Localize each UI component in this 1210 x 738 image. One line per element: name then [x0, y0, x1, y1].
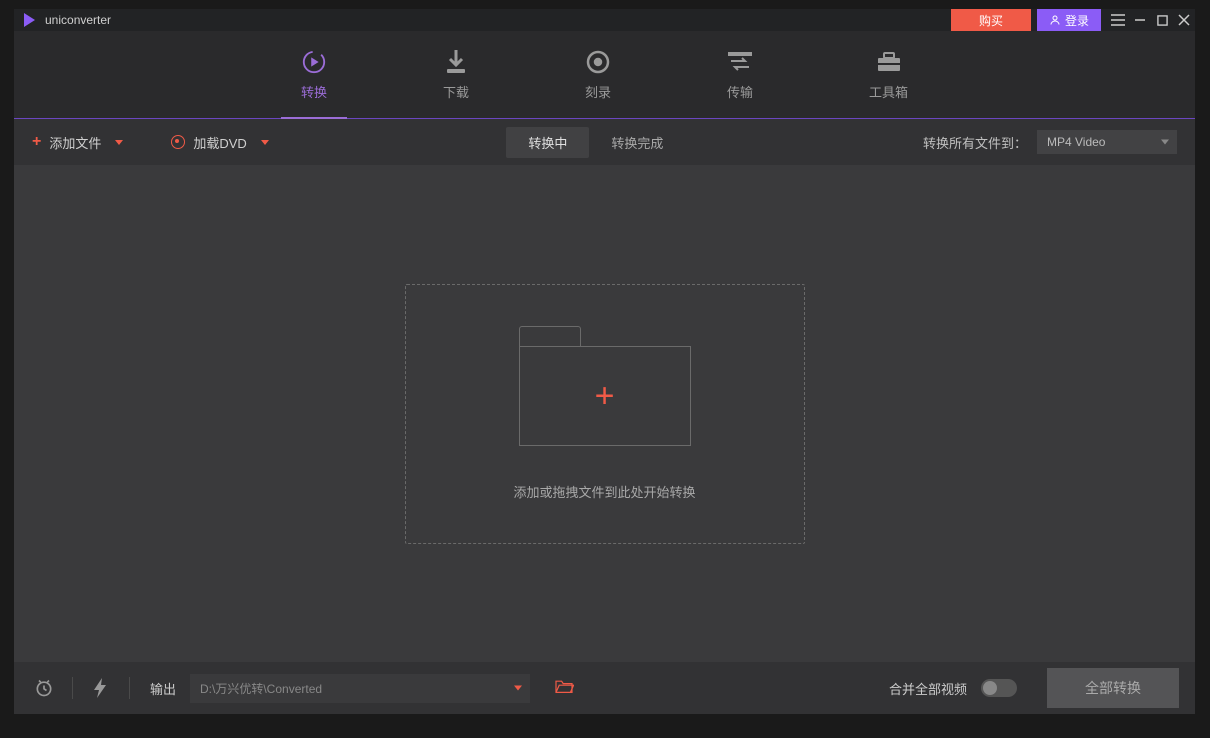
user-icon — [1049, 14, 1061, 26]
add-file-button[interactable]: + 添加文件 — [32, 133, 123, 152]
tab-toolbox[interactable]: 工具箱 — [849, 40, 928, 109]
folder-icon: + — [519, 326, 691, 446]
add-file-label: 添加文件 — [49, 133, 101, 152]
schedule-button[interactable] — [30, 678, 58, 698]
tab-label: 传输 — [727, 82, 753, 101]
format-value: MP4 Video — [1047, 135, 1105, 149]
chevron-down-icon — [261, 140, 269, 145]
tab-burn[interactable]: 刻录 — [565, 40, 631, 109]
load-dvd-label: 加载DVD — [193, 133, 246, 152]
main-nav: 转换 下载 刻录 传输 工具箱 — [14, 31, 1195, 119]
merge-toggle[interactable] — [981, 679, 1017, 697]
bottombar: 输出 D:\万兴优转\Converted 合并全部视频 全部转换 — [14, 662, 1195, 714]
tab-label: 工具箱 — [869, 82, 908, 101]
disc-icon — [171, 135, 185, 149]
tab-completed[interactable]: 转换完成 — [589, 127, 685, 158]
plus-icon: + — [32, 133, 41, 151]
download-icon — [443, 50, 469, 74]
minimize-button[interactable] — [1129, 9, 1151, 31]
convert-icon — [301, 50, 327, 74]
chevron-down-icon — [514, 686, 522, 691]
tab-label: 下载 — [443, 82, 469, 101]
output-path-value: D:\万兴优转\Converted — [200, 682, 322, 696]
tab-converting[interactable]: 转换中 — [506, 127, 589, 158]
status-tabs: 转换中 转换完成 — [506, 127, 685, 158]
titlebar: uniconverter 购买 登录 — [14, 9, 1195, 31]
toolbar: + 添加文件 加载DVD 转换中 转换完成 转换所有文件到： MP4 Video — [14, 119, 1195, 165]
chevron-down-icon — [1161, 140, 1169, 145]
convert-all-button[interactable]: 全部转换 — [1047, 668, 1179, 708]
login-label: 登录 — [1065, 12, 1089, 29]
merge-label: 合并全部视频 — [889, 679, 967, 698]
convert-all-to-label: 转换所有文件到： — [923, 133, 1027, 152]
gpu-accel-button[interactable] — [87, 678, 115, 698]
titlebar-controls: 购买 登录 — [951, 9, 1195, 31]
app-window: uniconverter 购买 登录 — [14, 9, 1195, 714]
load-dvd-button[interactable]: 加载DVD — [171, 133, 268, 152]
buy-button[interactable]: 购买 — [951, 9, 1031, 31]
dropzone-hint: 添加或拖拽文件到此处开始转换 — [513, 482, 695, 501]
tab-label: 刻录 — [585, 82, 611, 101]
menu-icon[interactable] — [1107, 9, 1129, 31]
toolbox-icon — [876, 50, 902, 74]
app-logo-icon — [24, 13, 35, 27]
divider — [72, 677, 73, 699]
login-button[interactable]: 登录 — [1037, 9, 1101, 31]
format-select[interactable]: MP4 Video — [1037, 130, 1177, 154]
open-folder-button[interactable] — [554, 678, 574, 699]
tab-download[interactable]: 下载 — [423, 40, 489, 109]
tab-transfer[interactable]: 传输 — [707, 40, 773, 109]
output-label: 输出 — [150, 679, 176, 698]
plus-icon: + — [595, 377, 615, 416]
dropzone[interactable]: + 添加或拖拽文件到此处开始转换 — [405, 284, 805, 544]
output-path-select[interactable]: D:\万兴优转\Converted — [190, 674, 530, 703]
close-button[interactable] — [1173, 9, 1195, 31]
transfer-icon — [727, 50, 753, 74]
tab-label: 转换 — [301, 82, 327, 101]
maximize-button[interactable] — [1151, 9, 1173, 31]
tab-convert[interactable]: 转换 — [281, 40, 347, 109]
chevron-down-icon — [115, 140, 123, 145]
content-area: + 添加或拖拽文件到此处开始转换 — [14, 165, 1195, 662]
app-title: uniconverter — [45, 13, 111, 27]
format-controls: 转换所有文件到： MP4 Video — [923, 130, 1177, 154]
burn-icon — [585, 50, 611, 74]
divider — [129, 677, 130, 699]
